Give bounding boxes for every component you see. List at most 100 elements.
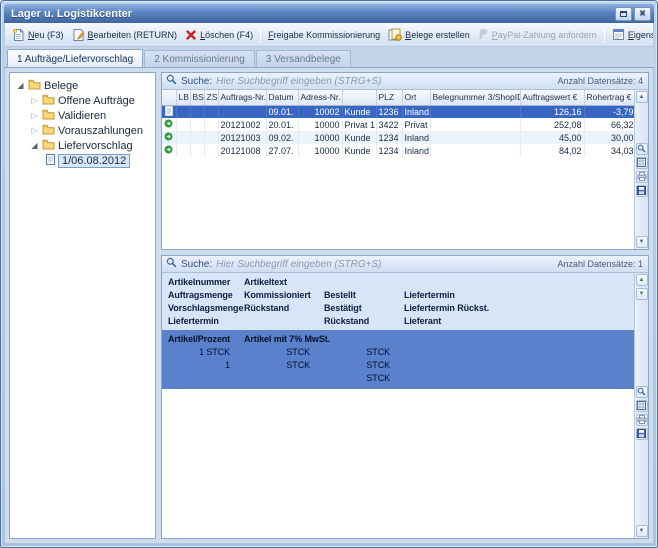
cell-plz[interactable]: 1234	[376, 131, 402, 144]
column-header-rohertrag[interactable]: Rohertrag €	[584, 90, 634, 105]
column-header-wert[interactable]: Auftragswert €	[520, 90, 584, 105]
collapsed-icon[interactable]: ▷	[30, 96, 39, 105]
record-down-button[interactable]: ▼	[636, 288, 648, 300]
restore-button[interactable]	[615, 7, 632, 21]
save-button[interactable]	[636, 428, 648, 440]
column-header-bs[interactable]: BS	[190, 90, 204, 105]
cell-name[interactable]: Kunde	[342, 105, 376, 118]
order-row[interactable]: 20121003 09.02. 10000 Kunde 1234 Inland …	[162, 131, 634, 144]
order-row[interactable]: 20121008 27.07. 10000 Kunde 1234 Inland …	[162, 144, 634, 157]
cell-rohertrag[interactable]: -3,79	[584, 105, 634, 118]
cell-ort[interactable]: Inland	[402, 144, 430, 157]
column-header-beleg[interactable]: Belegnummer 3/ShopID	[430, 90, 520, 105]
expanded-icon[interactable]: ◢	[16, 81, 25, 90]
zoom-button[interactable]	[636, 386, 648, 398]
delete-icon	[185, 29, 197, 41]
grid-view-button[interactable]	[636, 400, 648, 412]
delete-button[interactable]: Löschen (F4)	[181, 26, 257, 44]
order-row[interactable]: 09.01. 10002 Kunde 1236 Inland 126,16 -3…	[162, 105, 634, 118]
record-count: Anzahl Datensätze: 1	[557, 259, 643, 269]
cell-datum[interactable]: 09.02.	[266, 131, 298, 144]
column-header-name[interactable]	[342, 90, 376, 105]
record-up-button[interactable]: ▲	[636, 274, 648, 286]
cell-plz[interactable]: 1236	[376, 105, 402, 118]
document-icon	[165, 108, 173, 118]
scroll-down-button[interactable]: ▼	[636, 236, 648, 248]
detail-search-input[interactable]	[216, 259, 553, 270]
expanded-icon[interactable]: ◢	[30, 141, 39, 150]
new-button[interactable]: Neu (F3)	[8, 25, 68, 45]
detail-side-toolbar: ▲ ▼ ▼	[634, 273, 648, 538]
cell-auftrag[interactable]: 20121003	[218, 131, 266, 144]
cell-beleg[interactable]	[430, 131, 520, 144]
cell-auftrag[interactable]: 20121008	[218, 144, 266, 157]
cell-auftrag[interactable]: 20121002	[218, 118, 266, 131]
article-record[interactable]: Artikel/Prozent Artikel mit 7% MwSt. 1 S…	[162, 330, 634, 389]
grid-view-button[interactable]	[636, 157, 648, 169]
cell-auftrag[interactable]	[218, 105, 266, 118]
cell-name[interactable]: Kunde	[342, 144, 376, 157]
cell-rohertrag[interactable]: 34,03	[584, 144, 634, 157]
tree-item-liefervorschlag[interactable]: ◢ Liefervorschlag	[12, 138, 153, 153]
cell-beleg[interactable]	[430, 118, 520, 131]
column-header-zs[interactable]: ZS	[204, 90, 218, 105]
cell-adresse[interactable]: 10000	[298, 118, 342, 131]
cell-adresse[interactable]: 10000	[298, 131, 342, 144]
cell-datum[interactable]: 20.01.	[266, 118, 298, 131]
print-button[interactable]	[636, 171, 648, 183]
order-row[interactable]: 20121002 20.01. 10000 Privat 1 3422 Priv…	[162, 118, 634, 131]
close-button[interactable]: ×	[634, 7, 651, 21]
release-picking-button[interactable]: Freigabe Kommissionierung	[264, 27, 384, 43]
scroll-up-button[interactable]: ▲	[636, 91, 648, 103]
cell-ort[interactable]: Inland	[402, 131, 430, 144]
cell-datum[interactable]: 27.07.	[266, 144, 298, 157]
tab-kommissionierung[interactable]: 2 Kommissionierung	[144, 50, 255, 67]
cell-name[interactable]: Kunde	[342, 131, 376, 144]
cell-adresse[interactable]: 10000	[298, 144, 342, 157]
tree-item-offene-auftraege[interactable]: ▷ Offene Aufträge	[12, 93, 153, 108]
tree-item-validieren[interactable]: ▷ Validieren	[12, 108, 153, 123]
tab-versandbelege[interactable]: 3 Versandbelege	[256, 50, 351, 67]
column-header-auftrag[interactable]: Auftrags-Nr.	[218, 90, 266, 105]
column-header-adresse[interactable]: Adress-Nr.	[298, 90, 342, 105]
column-header-status[interactable]	[162, 90, 176, 105]
scroll-down-button[interactable]: ▼	[636, 525, 648, 537]
column-header-ort[interactable]: Ort	[402, 90, 430, 105]
tab-auftraege-liefervorschlag[interactable]: 1 Aufträge/Liefervorschlag	[7, 49, 143, 67]
cell-wert[interactable]: 84,02	[520, 144, 584, 157]
tree-item-liefervorschlag-1[interactable]: 1/06.08.2012	[12, 153, 153, 168]
print-button[interactable]	[636, 414, 648, 426]
article-detail-area: Artikelnummer Artikeltext Auftragsmenge …	[162, 273, 634, 538]
paypal-request-button[interactable]: PayPal-Zahlung anfordern	[474, 25, 601, 44]
properties-button[interactable]: Eigenschaften	[608, 25, 654, 44]
cell-datum[interactable]: 09.01.	[266, 105, 298, 118]
cell-wert[interactable]: 252,08	[520, 118, 584, 131]
cell-name[interactable]: Privat 1	[342, 118, 376, 131]
tree-item-belege[interactable]: ◢ Belege	[12, 78, 153, 93]
cell-rohertrag[interactable]: 66,32	[584, 118, 634, 131]
cell-adresse[interactable]: 10002	[298, 105, 342, 118]
collapsed-icon[interactable]: ▷	[30, 111, 39, 120]
cell-plz[interactable]: 1234	[376, 144, 402, 157]
column-header-plz[interactable]: PLZ	[376, 90, 402, 105]
create-documents-button[interactable]: Belege erstellen	[384, 25, 474, 44]
cell-rohertrag[interactable]: 30,00	[584, 131, 634, 144]
cell-plz[interactable]: 3422	[376, 118, 402, 131]
column-header-datum[interactable]: Datum	[266, 90, 298, 105]
zoom-button[interactable]	[636, 143, 648, 155]
orders-search-input[interactable]	[216, 76, 553, 87]
save-button[interactable]	[636, 185, 648, 197]
edit-button[interactable]: Bearbeiten (RETURN)	[68, 25, 182, 45]
label-rueckstand2: Rückstand	[324, 315, 404, 328]
cell-beleg[interactable]	[430, 105, 520, 118]
record-rueckstand-liefertermin: STCK	[324, 372, 404, 385]
cell-wert[interactable]: 126,16	[520, 105, 584, 118]
collapsed-icon[interactable]: ▷	[30, 126, 39, 135]
cell-ort[interactable]: Privat	[402, 118, 430, 131]
record-count: Anzahl Datensätze: 4	[557, 76, 643, 86]
tree-item-vorauszahlungen[interactable]: ▷ Vorauszahlungen	[12, 123, 153, 138]
column-header-lb[interactable]: LB	[176, 90, 190, 105]
cell-ort[interactable]: Inland	[402, 105, 430, 118]
cell-wert[interactable]: 45,00	[520, 131, 584, 144]
cell-beleg[interactable]	[430, 144, 520, 157]
